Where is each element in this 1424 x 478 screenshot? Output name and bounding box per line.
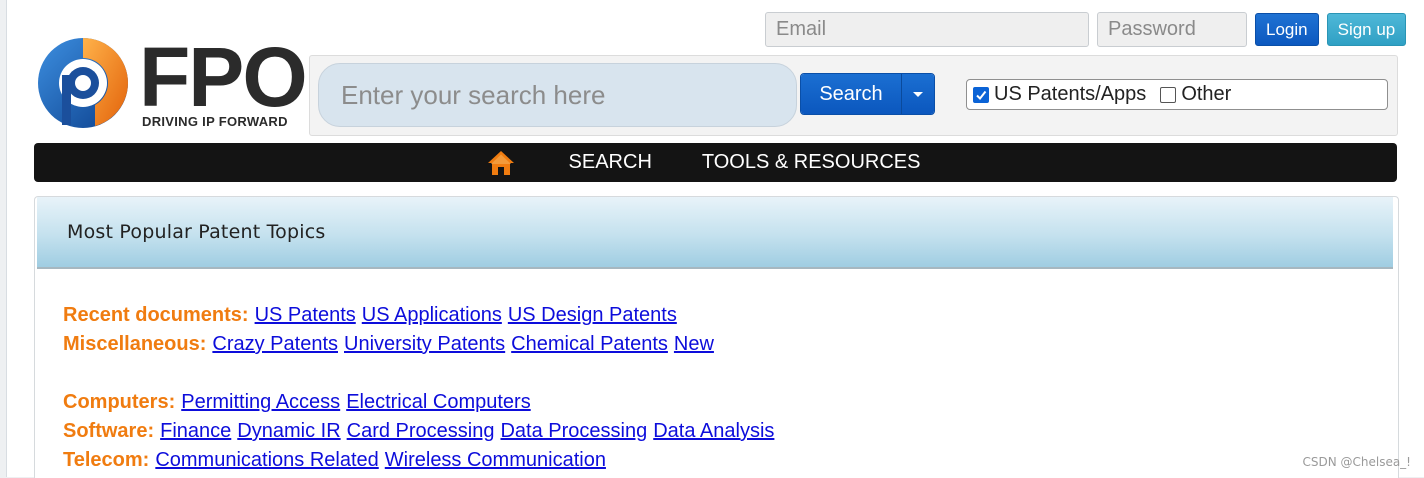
topic-link[interactable]: Permitting Access: [181, 391, 340, 413]
scope-label-other: Other: [1181, 83, 1232, 105]
topic-category: Software:: [63, 420, 155, 442]
email-input[interactable]: [765, 12, 1089, 47]
main-nav: SEARCH TOOLS & RESOURCES: [34, 143, 1397, 182]
topic-row-computers: Computers: Permitting Access Electrical Co…: [63, 388, 780, 417]
home-icon: [487, 150, 514, 175]
topic-link[interactable]: Crazy Patents: [212, 333, 338, 355]
search-scope-selector: US Patents/Apps Other: [966, 79, 1388, 110]
topic-link[interactable]: Finance: [160, 420, 231, 442]
search-options-dropdown[interactable]: [901, 74, 934, 114]
watermark: CSDN @Chelsea_!: [1302, 455, 1411, 469]
topic-link[interactable]: Data Analysis: [653, 420, 774, 442]
search-panel: Search US Patents/Apps Other: [309, 55, 1398, 136]
logo-wordmark: FPO: [139, 30, 308, 124]
scope-option-other[interactable]: Other: [1160, 83, 1231, 106]
chevron-down-icon: [913, 91, 923, 97]
topic-row-software: Software: Finance Dynamic IR Card Processin…: [63, 417, 780, 446]
fpo-logo[interactable]: FPO DRIVING IP FORWARD: [35, 30, 308, 131]
topic-row-recent: Recent documents: US Patents US Applicatio…: [63, 301, 780, 330]
checkbox-checked-icon[interactable]: [973, 86, 989, 103]
topic-category: Telecom:: [63, 449, 150, 471]
topic-link[interactable]: New: [674, 333, 714, 355]
scope-option-us-patents[interactable]: US Patents/Apps: [973, 83, 1146, 106]
checkbox-unchecked-icon[interactable]: [1160, 86, 1177, 103]
topic-link[interactable]: US Applications: [362, 304, 502, 326]
nav-home[interactable]: [486, 148, 516, 178]
logo-mark-icon: [38, 38, 128, 128]
topic-link[interactable]: US Patents: [255, 304, 356, 326]
nav-item-tools-resources[interactable]: TOOLS & RESOURCES: [702, 151, 921, 174]
topic-list: Recent documents: US Patents US Applicatio…: [63, 301, 780, 475]
topic-link[interactable]: Communications Related: [155, 449, 378, 471]
topic-link[interactable]: University Patents: [344, 333, 505, 355]
logo-tagline: DRIVING IP FORWARD: [142, 114, 288, 129]
page: Login Sign up FPO DRIVING IP FOR: [6, 0, 1424, 478]
auth-bar: Login Sign up: [765, 12, 1407, 47]
topic-link[interactable]: Wireless Communication: [385, 449, 606, 471]
topic-row-miscellaneous: Miscellaneous: Crazy Patents University Pa…: [63, 330, 780, 359]
password-input[interactable]: [1097, 12, 1247, 47]
topic-link[interactable]: US Design Patents: [508, 304, 677, 326]
topic-link[interactable]: Electrical Computers: [346, 391, 531, 413]
search-button-group: Search: [800, 73, 935, 115]
topic-category: Miscellaneous:: [63, 333, 207, 355]
search-button[interactable]: Search: [801, 74, 901, 114]
topic-category: Recent documents:: [63, 304, 249, 326]
search-input[interactable]: [318, 63, 797, 127]
topic-link[interactable]: Data Processing: [500, 420, 647, 442]
topic-link[interactable]: Card Processing: [347, 420, 495, 442]
topic-link[interactable]: Dynamic IR: [237, 420, 340, 442]
topic-row-telecom: Telecom: Communications Related Wireless C…: [63, 446, 780, 475]
signup-button[interactable]: Sign up: [1326, 13, 1407, 46]
topic-link[interactable]: Chemical Patents: [511, 333, 668, 355]
topics-panel: Most Popular Patent Topics Recent docume…: [34, 196, 1399, 478]
topic-category: Computers:: [63, 391, 176, 413]
scope-label-us-patents: US Patents/Apps: [994, 83, 1147, 105]
login-button[interactable]: Login: [1255, 13, 1319, 46]
topics-header: Most Popular Patent Topics: [37, 197, 1393, 269]
topics-title: Most Popular Patent Topics: [67, 221, 326, 243]
nav-item-search[interactable]: SEARCH: [569, 151, 652, 174]
